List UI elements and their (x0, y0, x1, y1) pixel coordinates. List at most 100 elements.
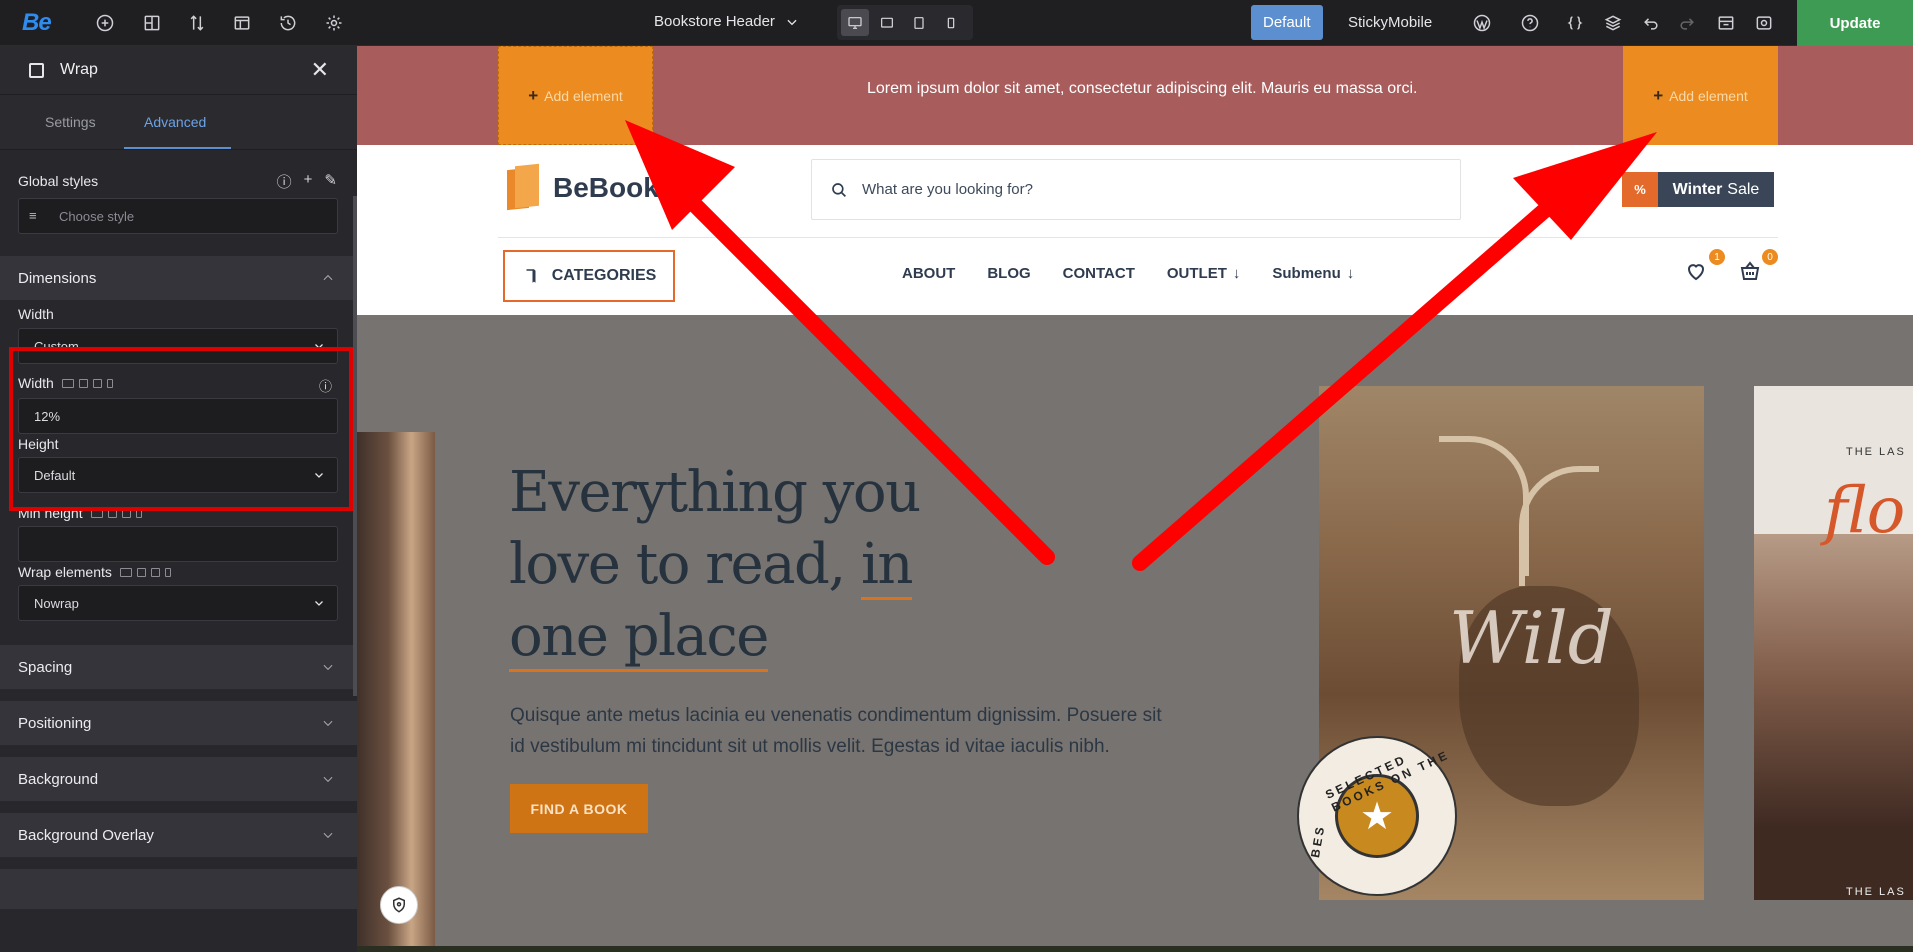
winter-word: Winter (1672, 180, 1723, 198)
redo-icon[interactable] (1675, 11, 1699, 35)
help-icon[interactable]: ⓘ (277, 171, 292, 192)
dimensions-section-header[interactable]: Dimensions (0, 256, 357, 300)
categories-button[interactable]: CATEGORIES (503, 250, 675, 302)
min-height-input[interactable] (18, 526, 338, 562)
find-a-book-button[interactable]: FIND A BOOK (510, 784, 648, 833)
header-title: Bookstore Header (654, 13, 775, 30)
plus-icon: + (1653, 85, 1664, 105)
nav-submenu[interactable]: Submenu ↓ (1272, 265, 1354, 282)
categories-label: CATEGORIES (551, 267, 657, 284)
positioning-title: Positioning (18, 714, 92, 732)
header-selector[interactable]: Bookstore Header (654, 13, 799, 30)
help-menu-icon[interactable] (1512, 11, 1548, 35)
spacing-section-header[interactable]: Spacing (0, 645, 357, 689)
page-preview-canvas: + Add element Lorem ipsum dolor sit amet… (357, 46, 1913, 946)
sort-icon[interactable] (185, 11, 209, 35)
laptop-view-button[interactable] (873, 9, 901, 36)
element-settings-panel: Wrap ✕ Settings Advanced Global styles ⓘ… (0, 46, 357, 952)
site-search-input[interactable]: What are you looking for? (811, 159, 1461, 220)
winter-sale-banner[interactable]: % Winter Sale (1622, 172, 1774, 207)
chevron-down-icon (321, 660, 335, 674)
eye-icon[interactable] (1752, 11, 1776, 35)
wrap-right-add-element[interactable]: + Add element (1623, 46, 1778, 145)
tablet-icon (914, 16, 924, 29)
settings-icon[interactable] (322, 11, 346, 35)
selected-books-seal: ★ SELECTED BOOKS ON THE BES (1297, 736, 1457, 896)
wrap-elements-label-row: Wrap elements (18, 564, 171, 580)
cart-icon[interactable] (1738, 259, 1764, 285)
add-style-icon[interactable]: + (304, 171, 313, 192)
add-section-icon[interactable] (140, 11, 164, 35)
preview-layout-icon[interactable] (1714, 11, 1738, 35)
cover-top-text: THE LAS (1846, 446, 1906, 458)
builder-logo[interactable]: Be (22, 9, 52, 37)
add-element-label: Add element (544, 87, 623, 104)
panel-header: Wrap ✕ (0, 46, 357, 95)
header-divider (498, 237, 1778, 238)
desktop-view-button[interactable] (841, 9, 869, 36)
nav-about[interactable]: ABOUT (902, 265, 955, 282)
laptop-icon (881, 17, 893, 28)
width-mode-label: Width (18, 306, 54, 322)
positioning-section-header[interactable]: Positioning (0, 701, 357, 745)
tab-settings[interactable]: Settings (45, 114, 96, 130)
search-icon (832, 182, 846, 197)
undo-icon[interactable] (1639, 11, 1663, 35)
responsive-icons[interactable] (119, 567, 171, 577)
wrap-elements-value: Nowrap (34, 595, 79, 611)
history-icon[interactable] (276, 11, 300, 35)
wordpress-icon[interactable] (1470, 11, 1494, 35)
hero-title-line3: one place (509, 601, 1029, 673)
code-icon[interactable] (1563, 11, 1587, 35)
more-section-header[interactable] (0, 869, 357, 909)
nav-outlet-label: OUTLET (1166, 265, 1227, 282)
nav-outlet[interactable]: OUTLET ↓ (1167, 265, 1241, 282)
hero-title: Everything you love to read, in one plac… (509, 457, 1029, 673)
hero-title-line2a: love to read, (509, 532, 861, 597)
chevron-down-icon (321, 772, 335, 786)
add-element-icon[interactable] (93, 11, 117, 35)
layers-icon[interactable] (1601, 11, 1625, 35)
winter-sale-text: Winter Sale (1658, 172, 1774, 207)
background-title: Background (18, 770, 99, 788)
background-overlay-title: Background Overlay (18, 826, 154, 844)
percent-badge: % (1622, 172, 1658, 207)
close-icon[interactable]: ✕ (311, 59, 329, 81)
mode-mobile-button[interactable]: Mobile (1376, 5, 1444, 40)
mobile-view-button[interactable] (937, 9, 965, 36)
hero-title-line1: Everything you (509, 460, 921, 525)
book-title-wild: Wild (1449, 596, 1614, 680)
wishlist-count-badge: 1 (1709, 249, 1725, 265)
global-style-select[interactable]: ≡ Choose style (18, 198, 338, 234)
tab-advanced[interactable]: Advanced (144, 114, 206, 130)
background-section-header[interactable]: Background (0, 757, 357, 801)
plus-icon: + (528, 85, 539, 105)
nav-contact[interactable]: CONTACT (1063, 265, 1135, 282)
global-style-placeholder: Choose style (59, 208, 135, 224)
update-button[interactable]: Update (1797, 0, 1913, 46)
global-styles-actions: ⓘ + ✎ (277, 171, 337, 192)
tablet-view-button[interactable] (905, 9, 933, 36)
wishlist-icon[interactable] (1684, 259, 1710, 285)
mobile-icon (947, 17, 955, 28)
hero-title-line2b: in (860, 532, 913, 600)
edit-style-icon[interactable]: ✎ (324, 171, 337, 192)
arrow-down-icon: ↓ (1232, 265, 1241, 282)
antler-shape (1519, 466, 1599, 586)
book-logo-icon (507, 163, 541, 211)
book-cover-right: THE LAS flo THE LAS (1754, 386, 1913, 900)
chevron-down-icon (321, 828, 335, 842)
privacy-shield-button[interactable] (380, 886, 418, 924)
mode-default-button[interactable]: Default (1251, 5, 1323, 40)
wrap-elements-select[interactable]: Nowrap (18, 585, 338, 621)
site-logo[interactable]: BeBook (507, 163, 659, 211)
top-bar-row[interactable]: + Add element Lorem ipsum dolor sit amet… (357, 46, 1913, 145)
add-element-label: Add element (1669, 87, 1748, 104)
background-overlay-section-header[interactable]: Background Overlay (0, 813, 357, 857)
template-icon[interactable] (230, 11, 254, 35)
device-switcher (837, 5, 973, 40)
nav-blog[interactable]: BLOG (987, 265, 1030, 282)
wrap-left-add-element[interactable]: + Add element (498, 46, 653, 145)
sale-word: Sale (1727, 180, 1760, 198)
chevron-up-icon (321, 271, 335, 285)
